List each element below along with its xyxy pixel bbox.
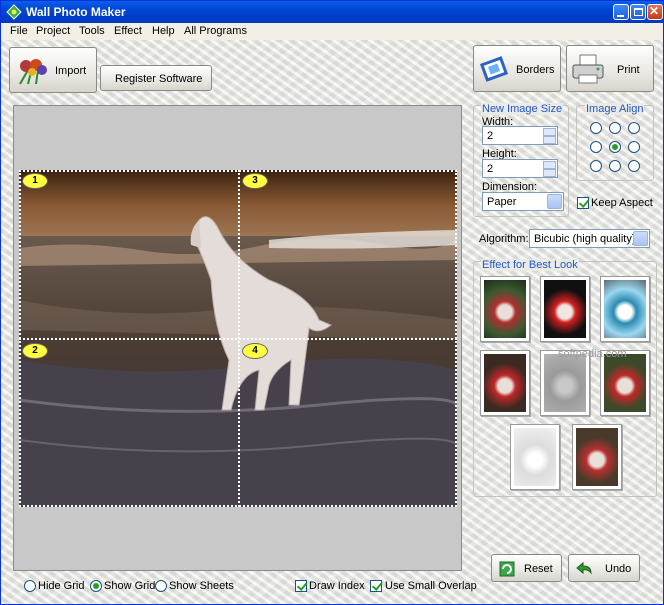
small-overlap-checkbox[interactable] [370, 580, 382, 592]
undo-label: Undo [605, 563, 632, 575]
sheet-index-badge: 4 [242, 343, 268, 359]
import-label: Import [55, 65, 87, 77]
undo-arrow-icon [576, 561, 592, 575]
dimension-select[interactable]: Paper [482, 192, 564, 211]
show-sheets-label: Show Sheets [169, 580, 234, 592]
show-grid-radio[interactable] [90, 580, 102, 592]
draw-index-checkbox[interactable] [295, 580, 307, 592]
register-label: Register Software [115, 73, 203, 85]
title-bar: Wall Photo Maker ✕ [1, 1, 663, 23]
reset-button[interactable]: Reset [491, 554, 562, 582]
effect-thumbnail[interactable] [540, 276, 590, 342]
dimension-value: Paper [487, 196, 517, 208]
print-button[interactable]: Print [566, 45, 654, 92]
align-top-right[interactable] [628, 122, 640, 134]
new-image-size-group: New Image Size Width: 2 Height: 2 Dimens… [473, 103, 569, 217]
app-icon [6, 4, 22, 20]
wall-photo-preview: 1 2 3 4 [19, 170, 457, 507]
import-button[interactable]: Import [9, 47, 97, 93]
minimize-icon [617, 15, 624, 17]
width-spinner[interactable]: 2 [482, 126, 558, 145]
align-bottom-left[interactable] [590, 160, 602, 172]
menu-tools[interactable]: Tools [79, 25, 105, 37]
app-window: Wall Photo Maker ✕ File Project Tools Ef… [0, 0, 664, 605]
maximize-icon [634, 8, 643, 16]
algorithm-select[interactable]: Bicubic (high quality) [529, 229, 650, 248]
minimize-button[interactable] [613, 4, 629, 20]
spin-down-icon[interactable] [543, 136, 556, 144]
new-image-size-title: New Image Size [481, 103, 564, 115]
register-software-button[interactable]: Register Software [100, 65, 212, 91]
watermark: softpedia.com [558, 348, 627, 360]
align-bottom-right[interactable] [628, 160, 640, 172]
menu-help[interactable]: Help [152, 25, 175, 37]
image-canvas[interactable]: 1 2 3 4 [13, 105, 462, 571]
effect-thumbnail[interactable] [510, 424, 560, 490]
grid-line-horizontal [19, 338, 457, 340]
keep-aspect-checkbox[interactable] [577, 197, 589, 209]
window-title: Wall Photo Maker [26, 5, 126, 19]
borders-icon [480, 56, 509, 82]
menu-file[interactable]: File [10, 25, 28, 37]
borders-button[interactable]: Borders [473, 45, 561, 92]
borders-label: Borders [516, 64, 555, 76]
height-value: 2 [487, 163, 494, 175]
align-middle-right[interactable] [628, 141, 640, 153]
effect-thumbnail[interactable] [572, 424, 622, 490]
close-button[interactable]: ✕ [647, 4, 663, 20]
sheet-index-badge: 1 [22, 173, 48, 189]
align-bottom-center[interactable] [609, 160, 621, 172]
align-top-center[interactable] [609, 122, 621, 134]
algorithm-label: Algorithm: [479, 233, 529, 245]
height-spinner[interactable]: 2 [482, 159, 558, 178]
effects-group: Effect for Best Look softpedia.com [473, 259, 657, 497]
print-label: Print [617, 64, 640, 76]
menu-project[interactable]: Project [36, 25, 70, 37]
chevron-down-icon[interactable] [633, 231, 648, 246]
spin-up-icon[interactable] [543, 128, 556, 136]
show-sheets-radio[interactable] [155, 580, 167, 592]
spin-down-icon[interactable] [543, 169, 556, 177]
menu-bar: File Project Tools Effect Help All Progr… [1, 23, 663, 40]
hide-grid-label: Hide Grid [38, 580, 85, 592]
width-value: 2 [487, 130, 494, 142]
effect-thumbnail[interactable] [600, 276, 650, 342]
effect-thumbnail[interactable] [480, 276, 530, 342]
align-middle-left[interactable] [590, 141, 602, 153]
keep-aspect-label: Keep Aspect [591, 197, 653, 209]
menu-effect[interactable]: Effect [114, 25, 142, 37]
effects-title: Effect for Best Look [481, 259, 579, 271]
align-center[interactable] [609, 141, 621, 153]
show-grid-label: Show Grid [104, 580, 156, 592]
sheet-index-badge: 2 [22, 343, 48, 359]
reset-label: Reset [524, 563, 553, 575]
reset-icon [499, 561, 515, 577]
algorithm-value: Bicubic (high quality) [534, 233, 636, 245]
sheet-index-badge: 3 [242, 173, 268, 189]
flowers-icon [19, 59, 47, 85]
draw-index-label: Draw Index [309, 580, 365, 592]
hide-grid-radio[interactable] [24, 580, 36, 592]
close-icon: ✕ [649, 4, 660, 18]
image-align-title: Image Align [585, 103, 645, 115]
small-overlap-label: Use Small Overlap [385, 580, 477, 592]
effect-thumbnail[interactable] [480, 350, 530, 416]
undo-button[interactable]: Undo [568, 554, 640, 582]
image-align-group: Image Align [576, 103, 654, 181]
spin-up-icon[interactable] [543, 161, 556, 169]
menu-all-programs[interactable]: All Programs [184, 25, 247, 37]
chevron-down-icon[interactable] [547, 194, 562, 209]
align-top-left[interactable] [590, 122, 602, 134]
printer-icon [572, 54, 604, 84]
maximize-button[interactable] [630, 4, 646, 20]
